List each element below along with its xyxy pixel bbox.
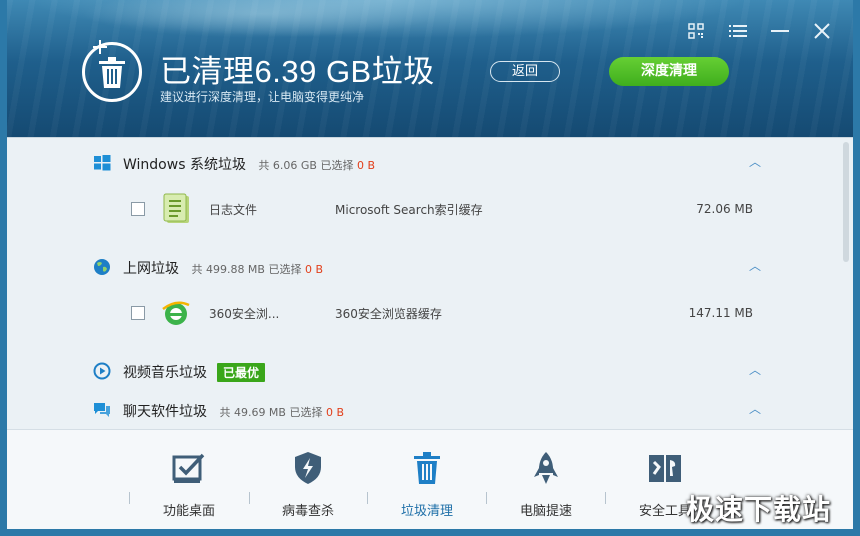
watermark-text: 极速下载站 — [686, 493, 832, 526]
cleaned-trash-icon — [82, 42, 142, 102]
item-description: Microsoft Search索引缓存 — [335, 203, 483, 217]
list-item: 日志文件 Microsoft Search索引缓存 72.06 MB — [7, 189, 827, 229]
category-name: 聊天软件垃圾 — [123, 404, 207, 420]
category-label: Windows 系统垃圾 共 6.06 GB 已选择 0 B — [123, 154, 375, 174]
toolbar-divider — [249, 492, 250, 504]
desktop-check-icon — [172, 453, 205, 483]
toolbar-divider — [486, 492, 487, 504]
deep-clean-button[interactable]: 深度清理 — [609, 57, 729, 86]
menu-icon[interactable] — [725, 20, 751, 42]
shield-bolt-icon — [295, 452, 321, 484]
log-file-icon — [163, 193, 189, 223]
globe-icon — [94, 259, 110, 275]
category-meta: 共 6.06 GB 已选择 0 B — [258, 159, 375, 172]
category-media[interactable]: 视频音乐垃圾 已最优 ︿ — [7, 356, 827, 386]
category-internet[interactable]: 上网垃圾 共 499.88 MB 已选择 0 B ︿ — [7, 252, 827, 282]
rocket-icon — [534, 452, 558, 484]
category-chat[interactable]: 聊天软件垃圾 共 49.69 MB 已选择 0 B ︿ — [7, 395, 827, 425]
page-subtitle: 建议进行深度清理，让电脑变得更纯净 — [160, 90, 365, 104]
category-meta: 共 49.69 MB 已选择 0 B — [219, 406, 344, 419]
scrollbar[interactable] — [843, 142, 849, 262]
chevron-up-icon[interactable]: ︿ — [749, 400, 761, 417]
play-icon — [93, 362, 111, 380]
tool-label: 病毒查杀 — [281, 504, 334, 519]
list-item: 360安全浏... 360安全浏览器缓存 147.11 MB — [7, 293, 827, 333]
item-name: 360安全浏... — [209, 307, 280, 321]
window-frame-bottom — [0, 529, 860, 536]
chevron-up-icon[interactable]: ︿ — [749, 153, 761, 170]
close-icon[interactable] — [809, 20, 835, 42]
sparkle-icon — [93, 40, 107, 54]
selected-size: 0 B — [356, 159, 376, 172]
window-frame-left — [0, 0, 7, 536]
item-size: 72.06 MB — [696, 202, 753, 216]
category-name: 视频音乐垃圾 — [123, 365, 207, 381]
tool-speed-up[interactable]: 电脑提速 — [491, 448, 601, 519]
category-label: 聊天软件垃圾 共 49.69 MB 已选择 0 B — [123, 401, 344, 421]
category-size: 共 499.88 MB 已选择 — [191, 263, 302, 276]
toolbox-icon — [649, 455, 681, 482]
toolbar-divider — [129, 492, 130, 504]
category-name: Windows 系统垃圾 — [123, 157, 246, 173]
toolbar-divider — [605, 492, 606, 504]
category-windows[interactable]: Windows 系统垃圾 共 6.06 GB 已选择 0 B ︿ — [7, 148, 827, 178]
category-meta: 共 499.88 MB 已选择 0 B — [191, 263, 323, 276]
tool-junk-clean[interactable]: 垃圾清理 — [372, 448, 482, 519]
page-title: 已清理6.39 GB垃圾 — [160, 54, 435, 89]
tool-label: 电脑提速 — [519, 504, 572, 519]
trash-icon — [414, 452, 440, 484]
minimize-icon[interactable] — [767, 20, 793, 42]
item-checkbox[interactable] — [131, 306, 145, 320]
junk-list: Windows 系统垃圾 共 6.06 GB 已选择 0 B ︿ 日志文件 Mi… — [7, 137, 853, 429]
back-button[interactable]: 返回 — [490, 61, 560, 82]
category-size: 共 49.69 MB 已选择 — [219, 406, 323, 419]
item-size: 147.11 MB — [688, 306, 753, 320]
header-banner: 已清理6.39 GB垃圾 建议进行深度清理，让电脑变得更纯净 返回 深度清理 — [7, 0, 853, 137]
chevron-up-icon[interactable]: ︿ — [749, 257, 761, 274]
window-controls — [683, 20, 835, 42]
category-name: 上网垃圾 — [123, 261, 179, 277]
tool-function-desktop[interactable]: 功能桌面 — [134, 448, 244, 519]
item-name: 日志文件 — [209, 203, 258, 217]
selected-size: 0 B — [304, 263, 324, 276]
app-window: 已清理6.39 GB垃圾 建议进行深度清理，让电脑变得更纯净 返回 深度清理 W… — [0, 0, 860, 536]
item-description: 360安全浏览器缓存 — [335, 307, 442, 321]
selected-size: 0 B — [325, 406, 345, 419]
category-label: 上网垃圾 共 499.88 MB 已选择 0 B — [123, 258, 323, 278]
optimal-badge: 已最优 — [217, 363, 266, 382]
window-frame-right — [853, 0, 860, 536]
item-checkbox[interactable] — [131, 202, 145, 216]
chat-icon — [94, 403, 110, 417]
tool-label: 垃圾清理 — [400, 504, 453, 519]
category-size: 共 6.06 GB 已选择 — [258, 159, 354, 172]
ie-browser-icon — [162, 301, 190, 325]
chevron-up-icon[interactable]: ︿ — [749, 361, 761, 378]
tool-label: 功能桌面 — [162, 504, 215, 519]
category-label: 视频音乐垃圾 已最优 — [123, 362, 266, 382]
toolbar-divider — [367, 492, 368, 504]
windows-icon — [94, 155, 111, 171]
tool-virus-scan[interactable]: 病毒查杀 — [253, 448, 363, 519]
qrcode-icon[interactable] — [683, 20, 709, 42]
